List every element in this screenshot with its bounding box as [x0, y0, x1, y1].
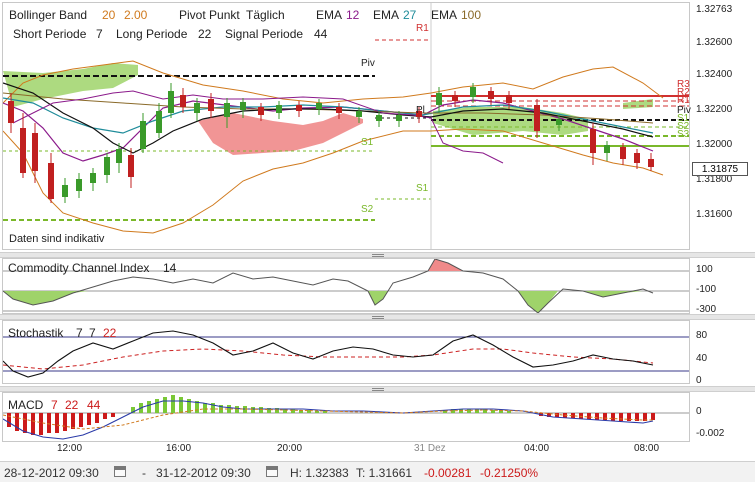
macd-axis: 0 -0.002: [690, 392, 755, 442]
macd-p2: 22: [65, 398, 79, 412]
macd-line: [3, 400, 654, 440]
stochastic-p1: 7: [76, 326, 83, 340]
pivot-tag-piv-left: Piv: [361, 58, 375, 69]
pivot-tag-s1b-left: S1: [416, 183, 429, 194]
pivot-label[interactable]: Pivot Punkt: [179, 8, 240, 22]
low-value: T: 1.31661: [356, 466, 413, 480]
change-percent: -0.21250%: [480, 466, 539, 480]
macd-pane: MACD 7 22 44 0 -0.002: [0, 392, 755, 442]
cci-period: 14: [163, 261, 177, 275]
price-tick: 1.32763: [696, 4, 733, 15]
price-chart-svg: [3, 3, 689, 249]
price-tick: 1.32400: [696, 69, 733, 80]
stochastic-tick: 40: [696, 353, 708, 364]
divider-grip-icon[interactable]: [372, 316, 384, 319]
cci-pane: Commodity Channel Index 14 100 -100 -300: [0, 258, 755, 315]
short-period-value: 7: [96, 27, 103, 41]
calendar-icon[interactable]: [266, 466, 278, 477]
long-period-label[interactable]: Long Periode: [116, 27, 187, 41]
price-tick: 1.31600: [696, 209, 733, 220]
change-value: -0.00281: [424, 466, 472, 480]
footer-bar: 28-12-2012 09:30 - 31-12-2012 09:30 H: 1…: [0, 461, 755, 482]
price-tick: 1.32000: [696, 139, 733, 150]
stochastic-axis: 80 40 0: [690, 320, 755, 386]
macd-signal-line: [3, 408, 653, 430]
cci-plot-area[interactable]: Commodity Channel Index 14: [2, 258, 690, 314]
stochastic-tick: 80: [696, 330, 708, 341]
stochastic-p2: 7: [89, 326, 96, 340]
time-tick: 08:00: [634, 443, 660, 454]
pivot-tag-s3-right: S3: [677, 129, 690, 140]
stochastic-main-line: [3, 330, 654, 378]
stochastic-pane: Stochastik 7 7 22 80 40 0: [0, 320, 755, 386]
cci-tick: -100: [696, 284, 717, 295]
calendar-icon[interactable]: [114, 466, 126, 477]
pivot-tag-r1-left: R1: [416, 23, 429, 34]
price-plot-area[interactable]: Bollinger Band 20 2.00 Pivot Punkt Tägli…: [2, 2, 691, 250]
bollinger-deviation: 2.00: [124, 8, 148, 22]
price-tick: 1.32200: [696, 104, 733, 115]
cci-tick: 100: [696, 264, 713, 275]
current-price-label: 1.31875: [692, 162, 748, 176]
cci-label[interactable]: Commodity Channel Index: [8, 261, 149, 275]
stochastic-tick: 0: [696, 375, 702, 386]
cci-axis: 100 -100 -300: [690, 258, 755, 315]
ema-label-2[interactable]: EMA: [373, 8, 399, 22]
pivot-tag-s2-left: S2: [361, 204, 374, 215]
date-separator: -: [142, 466, 146, 480]
high-value: H: 1.32383: [290, 466, 349, 480]
time-tick: 04:00: [524, 443, 550, 454]
ema-27-value: 27: [403, 8, 417, 22]
divider-grip-icon[interactable]: [372, 254, 384, 257]
date-to[interactable]: 31-12-2012 09:30: [156, 466, 251, 480]
macd-tick: 0: [696, 406, 702, 417]
date-from[interactable]: 28-12-2012 09:30: [4, 466, 99, 480]
bollinger-lower: [3, 128, 664, 234]
time-tick: 12:00: [57, 443, 83, 454]
cci-fill-neg-right: [518, 291, 558, 313]
signal-period-value: 44: [314, 27, 328, 41]
stochastic-signal-line: [3, 348, 654, 370]
macd-p1: 7: [51, 398, 58, 412]
pivot-tag-pl-left: Pl: [416, 105, 425, 116]
macd-tick: -0.002: [696, 428, 725, 439]
macd-plot-area[interactable]: MACD 7 22 44: [2, 392, 690, 442]
divider-grip-icon[interactable]: [372, 388, 384, 391]
pivot-tag-s1-left: S1: [361, 137, 374, 148]
time-tick: 16:00: [166, 443, 192, 454]
ema-100-value: 100: [461, 8, 482, 22]
stochastic-label[interactable]: Stochastik: [8, 326, 63, 340]
ema-12-value: 12: [346, 8, 360, 22]
price-axis: 1.32763 1.32600 1.32400 1.32200 1.32000 …: [690, 0, 755, 252]
long-period-value: 22: [198, 27, 212, 41]
price-pane: Bollinger Band 20 2.00 Pivot Punkt Tägli…: [0, 0, 755, 252]
ema-label-3[interactable]: EMA: [431, 8, 457, 22]
time-tick: 20:00: [277, 443, 303, 454]
signal-period-label[interactable]: Signal Periode: [225, 27, 303, 41]
bollinger-period: 20: [102, 8, 116, 22]
macd-chart-svg: [3, 395, 689, 440]
cloud-red: [198, 113, 363, 155]
cci-fill-pos: [428, 259, 463, 271]
stochastic-p3: 22: [103, 326, 117, 340]
time-tick: 31 Dez: [414, 443, 446, 454]
macd-label[interactable]: MACD: [8, 398, 43, 412]
disclaimer-text: Daten sind indikativ: [9, 233, 105, 245]
macd-p3: 44: [87, 398, 101, 412]
candles: [8, 83, 654, 203]
ema-label-1[interactable]: EMA: [316, 8, 342, 22]
macd-histogram: [7, 395, 655, 435]
short-period-label[interactable]: Short Periode: [13, 27, 86, 41]
stochastic-plot-area[interactable]: Stochastik 7 7 22: [2, 320, 690, 384]
pivot-mode: Täglich: [246, 8, 285, 22]
bollinger-label[interactable]: Bollinger Band: [9, 8, 87, 22]
price-tick: 1.32600: [696, 37, 733, 48]
